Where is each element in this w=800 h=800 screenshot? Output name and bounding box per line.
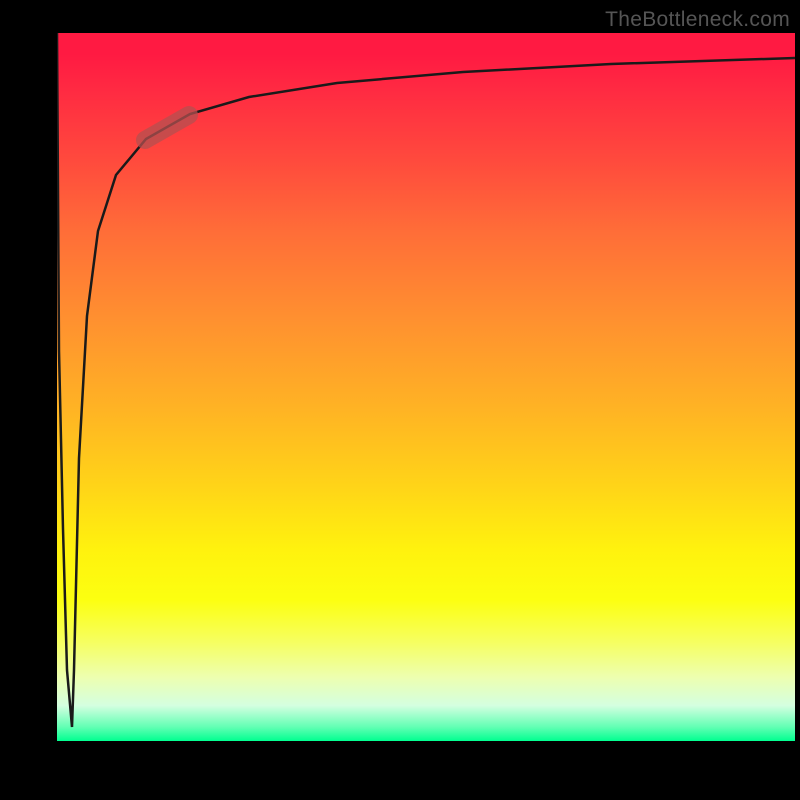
chart-highlight-marker xyxy=(145,115,189,140)
chart-plot-area xyxy=(57,33,795,741)
chart-svg xyxy=(57,33,795,741)
watermark-text: TheBottleneck.com xyxy=(605,8,790,32)
